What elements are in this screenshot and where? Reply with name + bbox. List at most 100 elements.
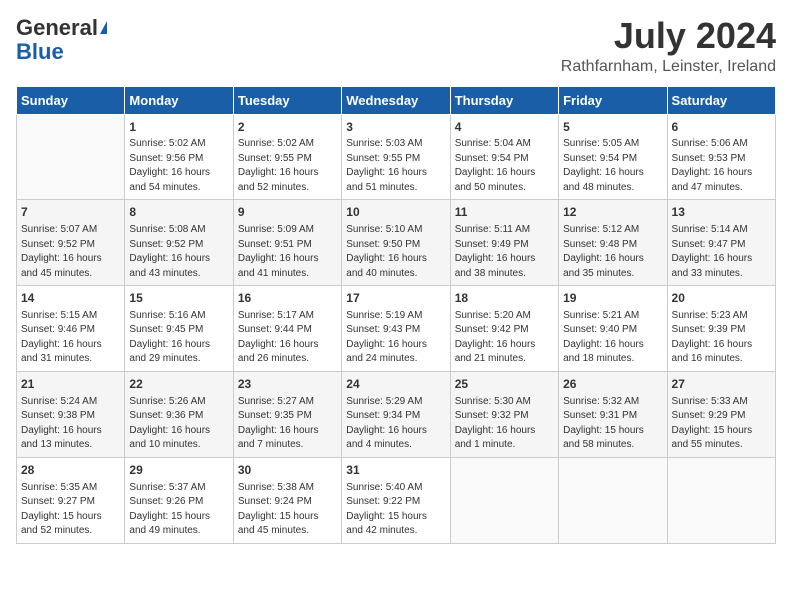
- header-day-thursday: Thursday: [450, 86, 558, 114]
- header-day-wednesday: Wednesday: [342, 86, 450, 114]
- day-number: 16: [238, 290, 337, 307]
- cell-content: Sunrise: 5:03 AMSunset: 9:55 PMDaylight:…: [346, 137, 445, 195]
- cell-content: Sunrise: 5:05 AMSunset: 9:54 PMDaylight:…: [563, 137, 662, 195]
- calendar-cell: 10 Sunrise: 5:10 AMSunset: 9:50 PMDayligh…: [342, 200, 450, 286]
- location-title: Rathfarnham, Leinster, Ireland: [561, 58, 776, 76]
- month-title: July 2024: [561, 16, 776, 56]
- calendar-cell: 6Sunrise: 5:06 AMSunset: 9:53 PMDaylight…: [667, 114, 775, 200]
- day-number: 19: [563, 290, 662, 307]
- cell-content: Sunrise: 5:16 AMSunset: 9:45 PMDaylight:…: [129, 309, 228, 367]
- cell-content: Sunrise: 5:37 AMSunset: 9:26 PMDaylight:…: [129, 481, 228, 539]
- day-number: 14: [21, 290, 120, 307]
- day-number: 2: [238, 119, 337, 136]
- cell-content: Sunrise: 5:02 AMSunset: 9:55 PMDaylight:…: [238, 137, 337, 195]
- day-number: 11: [455, 204, 554, 221]
- calendar-cell: 9 Sunrise: 5:09 AMSunset: 9:51 PMDaylight…: [233, 200, 341, 286]
- calendar-cell: 21 Sunrise: 5:24 AMSunset: 9:38 PMDayligh…: [17, 371, 125, 457]
- logo: General Blue: [16, 16, 107, 64]
- day-number: 10: [346, 204, 445, 221]
- day-number: 5: [563, 119, 662, 136]
- day-number: 7: [21, 204, 120, 221]
- week-row-5: 28Sunrise: 5:35 AMSunset: 9:27 PMDayligh…: [17, 457, 776, 543]
- cell-content: Sunrise: 5:23 AMSunset: 9:39 PMDaylight:…: [672, 309, 771, 367]
- calendar-cell: [559, 457, 667, 543]
- calendar-cell: 30Sunrise: 5:38 AMSunset: 9:24 PMDayligh…: [233, 457, 341, 543]
- day-number: 21: [21, 376, 120, 393]
- day-number: 31: [346, 462, 445, 479]
- header-day-saturday: Saturday: [667, 86, 775, 114]
- cell-content: Sunrise: 5:29 AMSunset: 9:34 PMDaylight:…: [346, 395, 445, 453]
- logo-general: General: [16, 16, 107, 40]
- day-number: 13: [672, 204, 771, 221]
- week-row-2: 7 Sunrise: 5:07 AMSunset: 9:52 PMDaylight…: [17, 200, 776, 286]
- cell-content: Sunrise: 5:07 AMSunset: 9:52 PMDaylight:…: [21, 223, 120, 281]
- cell-content: Sunrise: 5:17 AMSunset: 9:44 PMDaylight:…: [238, 309, 337, 367]
- day-number: 18: [455, 290, 554, 307]
- week-row-3: 14 Sunrise: 5:15 AMSunset: 9:46 PMDayligh…: [17, 286, 776, 372]
- header-day-tuesday: Tuesday: [233, 86, 341, 114]
- day-number: 24: [346, 376, 445, 393]
- page-header: General Blue July 2024 Rathfarnham, Lein…: [16, 16, 776, 76]
- day-number: 26: [563, 376, 662, 393]
- cell-content: Sunrise: 5:19 AMSunset: 9:43 PMDaylight:…: [346, 309, 445, 367]
- calendar-cell: 5Sunrise: 5:05 AMSunset: 9:54 PMDaylight…: [559, 114, 667, 200]
- day-number: 27: [672, 376, 771, 393]
- calendar-cell: 8Sunrise: 5:08 AMSunset: 9:52 PMDaylight…: [125, 200, 233, 286]
- calendar-cell: 25Sunrise: 5:30 AMSunset: 9:32 PMDayligh…: [450, 371, 558, 457]
- calendar-cell: 31 Sunrise: 5:40 AMSunset: 9:22 PMDayligh…: [342, 457, 450, 543]
- calendar-cell: [17, 114, 125, 200]
- cell-content: Sunrise: 5:15 AMSunset: 9:46 PMDaylight:…: [21, 309, 120, 367]
- day-number: 9: [238, 204, 337, 221]
- day-number: 12: [563, 204, 662, 221]
- cell-content: Sunrise: 5:06 AMSunset: 9:53 PMDaylight:…: [672, 137, 771, 195]
- day-number: 15: [129, 290, 228, 307]
- cell-content: Sunrise: 5:32 AMSunset: 9:31 PMDaylight:…: [563, 395, 662, 453]
- header-day-sunday: Sunday: [17, 86, 125, 114]
- cell-content: Sunrise: 5:14 AMSunset: 9:47 PMDaylight:…: [672, 223, 771, 281]
- calendar-cell: 13 Sunrise: 5:14 AMSunset: 9:47 PMDayligh…: [667, 200, 775, 286]
- calendar-cell: 27 Sunrise: 5:33 AMSunset: 9:29 PMDayligh…: [667, 371, 775, 457]
- cell-content: Sunrise: 5:38 AMSunset: 9:24 PMDaylight:…: [238, 481, 337, 539]
- calendar-cell: 1Sunrise: 5:02 AMSunset: 9:56 PMDaylight…: [125, 114, 233, 200]
- cell-content: Sunrise: 5:10 AMSunset: 9:50 PMDaylight:…: [346, 223, 445, 281]
- logo-blue: Blue: [16, 40, 64, 64]
- cell-content: Sunrise: 5:40 AMSunset: 9:22 PMDaylight:…: [346, 481, 445, 539]
- calendar-cell: 18 Sunrise: 5:20 AMSunset: 9:42 PMDayligh…: [450, 286, 558, 372]
- cell-content: Sunrise: 5:24 AMSunset: 9:38 PMDaylight:…: [21, 395, 120, 453]
- calendar-cell: 2Sunrise: 5:02 AMSunset: 9:55 PMDaylight…: [233, 114, 341, 200]
- calendar-cell: 7 Sunrise: 5:07 AMSunset: 9:52 PMDaylight…: [17, 200, 125, 286]
- calendar-cell: 29 Sunrise: 5:37 AMSunset: 9:26 PMDayligh…: [125, 457, 233, 543]
- header-row: SundayMondayTuesdayWednesdayThursdayFrid…: [17, 86, 776, 114]
- calendar-table: SundayMondayTuesdayWednesdayThursdayFrid…: [16, 86, 776, 544]
- calendar-cell: [667, 457, 775, 543]
- calendar-cell: 24 Sunrise: 5:29 AMSunset: 9:34 PMDayligh…: [342, 371, 450, 457]
- calendar-cell: [450, 457, 558, 543]
- cell-content: Sunrise: 5:02 AMSunset: 9:56 PMDaylight:…: [129, 137, 228, 195]
- header-day-friday: Friday: [559, 86, 667, 114]
- cell-content: Sunrise: 5:09 AMSunset: 9:51 PMDaylight:…: [238, 223, 337, 281]
- calendar-cell: 26 Sunrise: 5:32 AMSunset: 9:31 PMDayligh…: [559, 371, 667, 457]
- day-number: 4: [455, 119, 554, 136]
- day-number: 28: [21, 462, 120, 479]
- cell-content: Sunrise: 5:12 AMSunset: 9:48 PMDaylight:…: [563, 223, 662, 281]
- day-number: 25: [455, 376, 554, 393]
- cell-content: Sunrise: 5:20 AMSunset: 9:42 PMDaylight:…: [455, 309, 554, 367]
- calendar-cell: 15 Sunrise: 5:16 AMSunset: 9:45 PMDayligh…: [125, 286, 233, 372]
- title-block: July 2024 Rathfarnham, Leinster, Ireland: [561, 16, 776, 76]
- day-number: 22: [129, 376, 228, 393]
- cell-content: Sunrise: 5:33 AMSunset: 9:29 PMDaylight:…: [672, 395, 771, 453]
- calendar-cell: 20 Sunrise: 5:23 AMSunset: 9:39 PMDayligh…: [667, 286, 775, 372]
- calendar-cell: 17 Sunrise: 5:19 AMSunset: 9:43 PMDayligh…: [342, 286, 450, 372]
- cell-content: Sunrise: 5:26 AMSunset: 9:36 PMDaylight:…: [129, 395, 228, 453]
- calendar-cell: 4Sunrise: 5:04 AMSunset: 9:54 PMDaylight…: [450, 114, 558, 200]
- day-number: 17: [346, 290, 445, 307]
- day-number: 23: [238, 376, 337, 393]
- cell-content: Sunrise: 5:27 AMSunset: 9:35 PMDaylight:…: [238, 395, 337, 453]
- week-row-1: 1Sunrise: 5:02 AMSunset: 9:56 PMDaylight…: [17, 114, 776, 200]
- cell-content: Sunrise: 5:04 AMSunset: 9:54 PMDaylight:…: [455, 137, 554, 195]
- calendar-cell: 3Sunrise: 5:03 AMSunset: 9:55 PMDaylight…: [342, 114, 450, 200]
- calendar-cell: 23 Sunrise: 5:27 AMSunset: 9:35 PMDayligh…: [233, 371, 341, 457]
- day-number: 20: [672, 290, 771, 307]
- day-number: 29: [129, 462, 228, 479]
- calendar-cell: 22 Sunrise: 5:26 AMSunset: 9:36 PMDayligh…: [125, 371, 233, 457]
